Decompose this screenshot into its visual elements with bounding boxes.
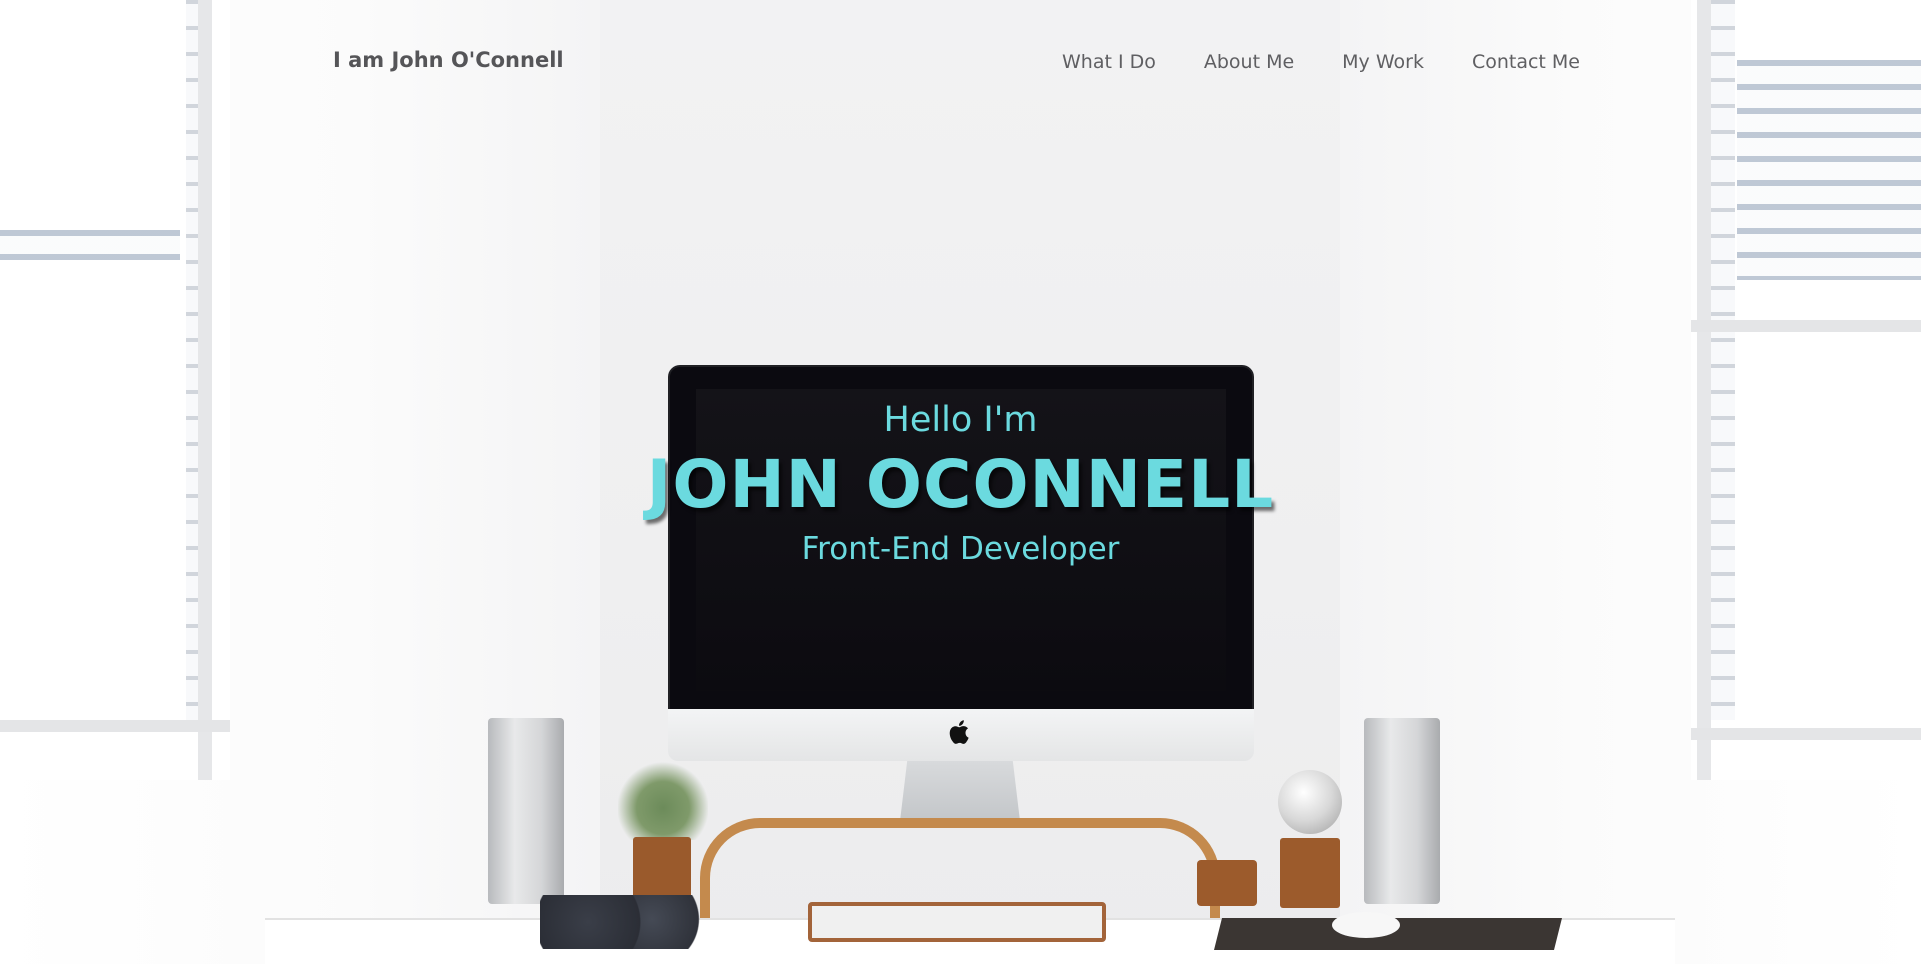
headphones bbox=[540, 895, 700, 949]
nav-link-about-me[interactable]: About Me bbox=[1204, 51, 1294, 73]
hero-greeting: Hello I'm bbox=[883, 400, 1038, 440]
hero-name: JOHN OCONNELL bbox=[646, 446, 1275, 523]
nav-item-what-i-do: What I Do bbox=[1062, 51, 1156, 73]
lamp-bulb bbox=[1278, 770, 1342, 834]
keyboard bbox=[808, 902, 1106, 942]
nav-links: What I Do About Me My Work Contact Me bbox=[1062, 51, 1580, 73]
speaker-right bbox=[1364, 718, 1440, 904]
wooden-box bbox=[1197, 860, 1257, 906]
plant bbox=[618, 760, 708, 840]
nav-link-contact-me[interactable]: Contact Me bbox=[1472, 51, 1580, 73]
nav-item-contact-me: Contact Me bbox=[1472, 51, 1580, 73]
navbar: I am John O'Connell What I Do About Me M… bbox=[0, 0, 1921, 120]
hero-section: I am John O'Connell What I Do About Me M… bbox=[0, 0, 1921, 964]
window-sill bbox=[0, 720, 230, 732]
nav-item-about-me: About Me bbox=[1204, 51, 1294, 73]
nav-link-what-i-do[interactable]: What I Do bbox=[1062, 51, 1156, 73]
window-sill bbox=[1691, 728, 1921, 740]
apple-logo-icon bbox=[949, 720, 969, 744]
speaker-left bbox=[488, 718, 564, 904]
nav-link-my-work[interactable]: My Work bbox=[1342, 51, 1424, 73]
lamp-base bbox=[1280, 838, 1340, 908]
mouse bbox=[1332, 912, 1400, 938]
nav-item-my-work: My Work bbox=[1342, 51, 1424, 73]
brand-link[interactable]: I am John O'Connell bbox=[333, 48, 564, 72]
hero-role: Front-End Developer bbox=[801, 531, 1120, 567]
hero-text: Hello I'm JOHN OCONNELL Front-End Develo… bbox=[0, 395, 1921, 573]
monitor-stand bbox=[900, 761, 1020, 821]
window-crossbar bbox=[1691, 320, 1921, 332]
window-view bbox=[0, 230, 180, 260]
